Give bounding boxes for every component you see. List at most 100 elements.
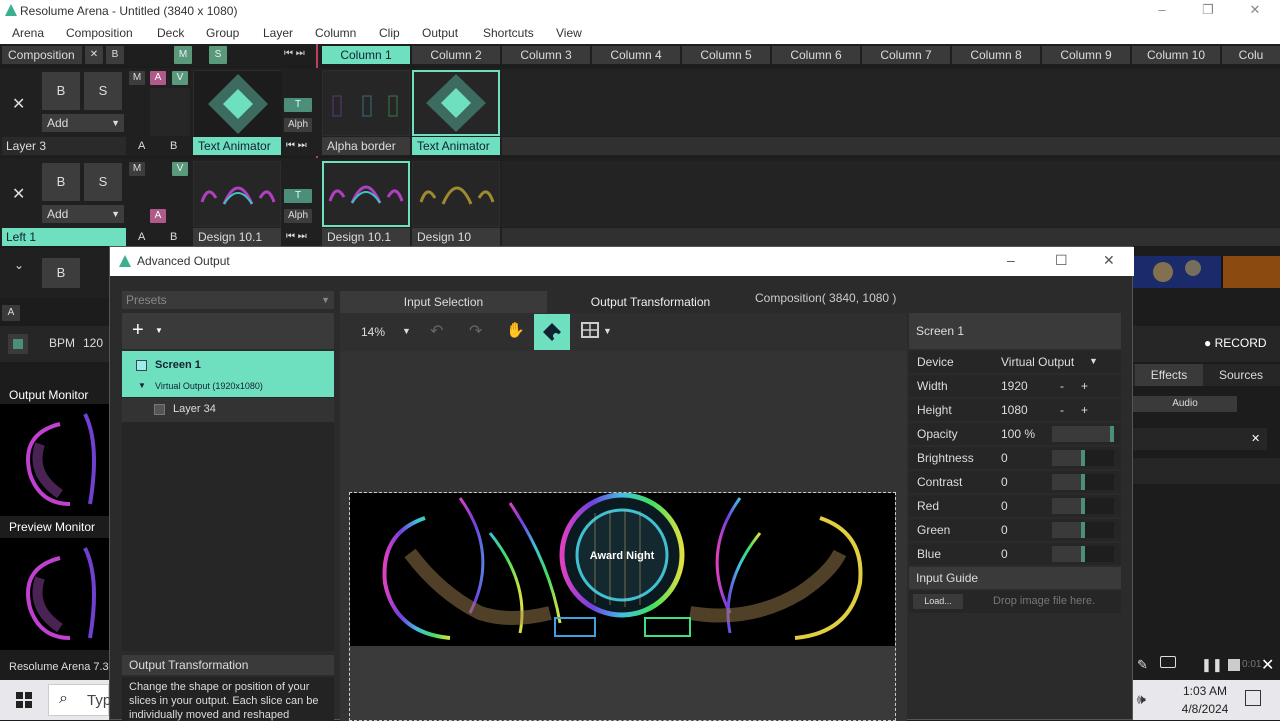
column-1[interactable]: Column 1 xyxy=(322,46,410,64)
clip-thumbnail[interactable] xyxy=(193,161,281,227)
menu-group[interactable]: Group xyxy=(206,26,239,40)
clip-label[interactable]: Design 10.1 xyxy=(322,228,410,246)
layer-crossfade-a[interactable]: A xyxy=(138,140,145,152)
windows-start-icon[interactable] xyxy=(16,692,32,708)
chevron-down-icon[interactable]: ▼ xyxy=(603,326,612,336)
zoom-value[interactable]: 14% xyxy=(361,325,385,339)
layer-bypass-button[interactable]: B xyxy=(42,72,80,110)
red-slider[interactable] xyxy=(1052,498,1114,514)
column-3[interactable]: Column 3 xyxy=(502,46,590,64)
clip-alpha-border-thumb[interactable] xyxy=(322,70,410,136)
layer-a-button[interactable]: A xyxy=(150,71,166,85)
column-11[interactable]: Colu xyxy=(1222,46,1280,64)
column-2[interactable]: Column 2 xyxy=(412,46,500,64)
composition-label[interactable]: Composition xyxy=(2,46,82,64)
clip-design-10-thumb[interactable] xyxy=(412,161,500,227)
height-increment[interactable]: + xyxy=(1081,403,1088,417)
layer-crossfade-a[interactable]: A xyxy=(138,231,145,243)
layer-bypass-button[interactable]: B xyxy=(42,163,80,201)
close-icon[interactable]: ✕ xyxy=(1243,2,1267,20)
layer-crossfade-b[interactable]: B xyxy=(170,140,177,152)
tab-input-selection[interactable]: Input Selection xyxy=(340,291,547,313)
audio-button[interactable]: Audio xyxy=(1133,396,1237,412)
menu-view[interactable]: View xyxy=(556,26,582,40)
menu-layer[interactable]: Layer xyxy=(263,26,293,40)
column-4[interactable]: Column 4 xyxy=(592,46,680,64)
screen-checkbox[interactable] xyxy=(136,360,147,371)
expand-triangle-icon[interactable]: ▼ xyxy=(138,381,146,390)
empty-clip-slots[interactable] xyxy=(502,70,1280,136)
grid-icon[interactable] xyxy=(581,322,599,338)
close-icon[interactable]: ✕ xyxy=(1103,252,1115,269)
column-8[interactable]: Column 8 xyxy=(952,46,1040,64)
clock-date[interactable]: 4/8/2024 xyxy=(1175,702,1235,716)
menu-clip[interactable]: Clip xyxy=(379,26,400,40)
menu-output[interactable]: Output xyxy=(422,26,458,40)
layer-solo-button[interactable]: S xyxy=(84,163,122,201)
composition-clear-button[interactable]: ✕ xyxy=(85,46,103,64)
layer-v-button[interactable]: V xyxy=(172,162,188,176)
camera-icon[interactable] xyxy=(1160,656,1176,668)
layer-solo-button[interactable]: S xyxy=(84,72,122,110)
pen-icon[interactable]: ✎ xyxy=(1137,657,1148,673)
effects-search-input[interactable] xyxy=(1133,428,1267,450)
close-recorder-icon[interactable]: ✕ xyxy=(1261,655,1274,675)
tap-icon[interactable] xyxy=(8,334,28,354)
stop-icon[interactable] xyxy=(1228,659,1240,671)
contrast-slider[interactable] xyxy=(1052,474,1114,490)
green-value[interactable]: 0 xyxy=(1001,523,1008,537)
empty-clip-slots[interactable] xyxy=(502,161,1280,227)
chevron-down-icon[interactable]: ▼ xyxy=(155,326,163,335)
layer-transition-button[interactable]: T xyxy=(284,98,312,112)
restore-icon[interactable]: ❐ xyxy=(1196,2,1220,20)
screen-item[interactable]: Screen 1 ▼ Virtual Output (1920x1080) xyxy=(122,351,334,397)
layer-add-dropdown[interactable]: Add ▼ xyxy=(42,114,124,132)
height-decrement[interactable]: - xyxy=(1060,403,1064,417)
brightness-value[interactable]: 0 xyxy=(1001,451,1008,465)
layer-mask-button[interactable]: M xyxy=(129,162,145,176)
layer-mask-button[interactable]: M xyxy=(129,71,145,85)
width-decrement[interactable]: - xyxy=(1060,379,1064,393)
layer-bypass-button[interactable]: B xyxy=(42,258,80,288)
clip-label[interactable]: Design 10 xyxy=(412,228,500,246)
clip-text-animator-thumb[interactable] xyxy=(412,70,500,136)
tab-sources[interactable]: Sources xyxy=(1205,364,1277,386)
notification-icon[interactable] xyxy=(1245,690,1261,706)
width-increment[interactable]: + xyxy=(1081,379,1088,393)
chevron-down-icon[interactable]: ▼ xyxy=(1089,356,1098,366)
chevron-down-icon[interactable]: ▼ xyxy=(402,326,411,336)
layer-clear-icon[interactable]: ✕ xyxy=(12,184,25,204)
tab-effects[interactable]: Effects xyxy=(1135,364,1203,386)
height-input[interactable]: 1080 xyxy=(1001,403,1028,417)
layer-name[interactable]: Left 1 xyxy=(2,228,126,246)
bpm-value[interactable]: 120 xyxy=(83,336,103,350)
column-9[interactable]: Column 9 xyxy=(1042,46,1130,64)
column-nav-icon[interactable]: ⏮ ⏭ xyxy=(284,48,305,59)
undo-icon[interactable]: ↶ xyxy=(430,321,443,341)
red-value[interactable]: 0 xyxy=(1001,499,1008,513)
redo-icon[interactable]: ↷ xyxy=(469,321,482,341)
column-5[interactable]: Column 5 xyxy=(682,46,770,64)
clear-search-icon[interactable]: ✕ xyxy=(1251,432,1260,445)
layer-v-button[interactable]: V xyxy=(172,71,188,85)
presets-dropdown[interactable]: Presets ▼ xyxy=(122,291,334,309)
menu-deck[interactable]: Deck xyxy=(157,26,184,40)
record-button[interactable]: ● RECORD xyxy=(1204,336,1267,350)
layer-name[interactable]: Layer 3 xyxy=(2,137,126,155)
minimize-icon[interactable]: – xyxy=(1150,2,1174,20)
layer-nav-icon[interactable]: ⏮ ⏭ xyxy=(286,140,307,151)
clip-label[interactable]: Text Animator xyxy=(193,137,281,155)
edit-points-tool-icon[interactable] xyxy=(534,314,570,350)
blue-slider[interactable] xyxy=(1052,546,1114,562)
crossfader-a-button[interactable]: A xyxy=(2,305,20,321)
layer-add-dropdown[interactable]: Add ▼ xyxy=(42,205,124,223)
slice-item[interactable]: Layer 34 xyxy=(122,398,334,422)
load-guide-button[interactable]: Load... xyxy=(913,594,963,609)
layer-nav-icon[interactable]: ⏮ ⏭ xyxy=(286,231,307,242)
menu-shortcuts[interactable]: Shortcuts xyxy=(483,26,534,40)
clock-time[interactable]: 1:03 AM xyxy=(1175,684,1235,698)
tab-output-transformation[interactable]: Output Transformation xyxy=(547,291,754,313)
taskbar-search[interactable]: ⌕ Typ xyxy=(48,684,111,716)
composition-mask-button[interactable]: M xyxy=(174,46,192,64)
chevron-down-icon[interactable]: ⌄ xyxy=(14,258,24,272)
